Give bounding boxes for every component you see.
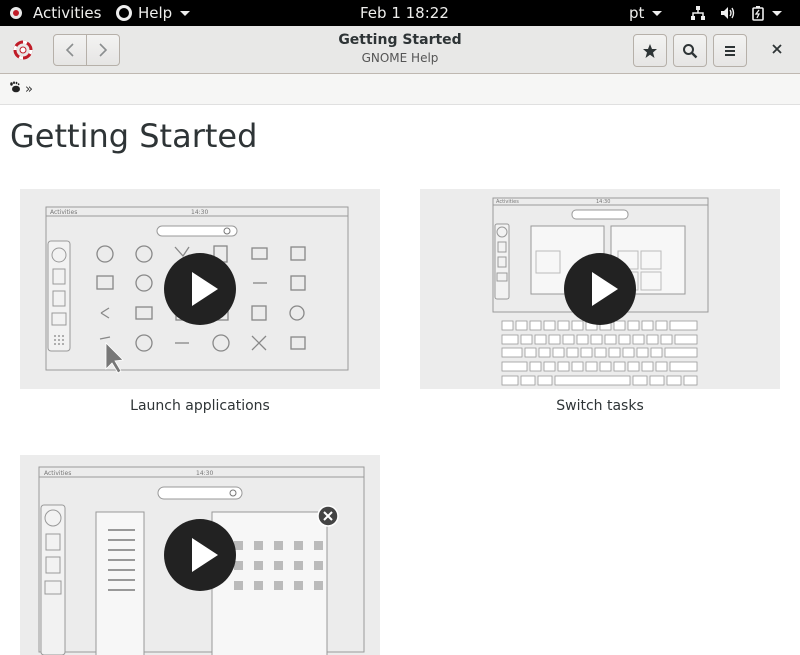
- video-thumbnail[interactable]: Activities 14:30: [20, 189, 380, 389]
- network-icon: [690, 5, 706, 21]
- subtitle-label: GNOME Help: [361, 51, 439, 65]
- page-title: Getting Started: [10, 117, 258, 155]
- help-menu-label: Help: [138, 4, 173, 22]
- back-button[interactable]: [54, 35, 87, 65]
- card-caption[interactable]: Launch applications: [20, 398, 380, 414]
- star-icon: [643, 43, 657, 58]
- chevron-down-icon: [652, 10, 663, 16]
- menu-icon: [725, 45, 735, 56]
- clock[interactable]: Feb 1 18:22: [360, 0, 449, 26]
- mock-activities-label: Activities: [496, 199, 519, 205]
- title-label: Getting Started: [338, 32, 462, 48]
- menu-button[interactable]: [713, 34, 747, 67]
- video-card-windows-files[interactable]: Activities 14:30: [20, 455, 380, 655]
- forward-icon: [99, 43, 108, 57]
- mock-clock-label: 14:30: [196, 470, 213, 477]
- mock-clock-label: 14:30: [596, 199, 610, 205]
- close-icon: [772, 44, 782, 54]
- language-label: pt: [629, 4, 645, 22]
- mock-clock-label: 14:30: [191, 209, 208, 216]
- activities-button[interactable]: Activities: [10, 0, 101, 26]
- language-menu[interactable]: pt: [629, 0, 663, 26]
- card-caption[interactable]: Switch tasks: [420, 398, 780, 414]
- navigation-buttons: [53, 34, 120, 66]
- gnome-foot-icon[interactable]: [9, 81, 21, 97]
- back-icon: [65, 43, 74, 57]
- breadcrumb-separator: »: [25, 81, 33, 97]
- mock-activities-label: Activities: [44, 470, 71, 477]
- video-card-launch-applications[interactable]: Activities 14:30 Launch applications: [20, 189, 380, 414]
- mock-activities-label: Activities: [50, 209, 77, 216]
- chevron-down-icon: [772, 10, 782, 16]
- close-window-button[interactable]: [766, 38, 788, 60]
- activities-app-icon: [10, 7, 22, 19]
- volume-icon: [720, 5, 736, 21]
- help-app-menu[interactable]: Help: [116, 0, 191, 26]
- activities-label: Activities: [33, 4, 102, 22]
- system-menu[interactable]: [690, 0, 782, 26]
- lifebuoy-icon: [13, 40, 33, 60]
- breadcrumb: »: [0, 74, 800, 105]
- lifebuoy-icon: [116, 5, 132, 21]
- forward-button[interactable]: [87, 35, 119, 65]
- video-thumbnail[interactable]: Activities 14:30: [20, 455, 380, 655]
- video-thumbnail[interactable]: Activities 14:30: [420, 189, 780, 389]
- window-title: Getting Started GNOME Help: [250, 32, 550, 65]
- top-bar: Activities Help Feb 1 18:22 pt: [0, 0, 800, 26]
- chevron-down-icon: [180, 10, 191, 16]
- play-icon[interactable]: [564, 253, 636, 325]
- battery-icon: [750, 5, 766, 21]
- video-card-switch-tasks[interactable]: Activities 14:30 Switch tasks: [420, 189, 780, 414]
- bookmark-button[interactable]: [633, 34, 667, 67]
- search-button[interactable]: [673, 34, 707, 67]
- header-bar: Getting Started GNOME Help: [0, 26, 800, 74]
- play-icon[interactable]: [164, 519, 236, 591]
- play-icon[interactable]: [164, 253, 236, 325]
- search-icon: [683, 43, 698, 58]
